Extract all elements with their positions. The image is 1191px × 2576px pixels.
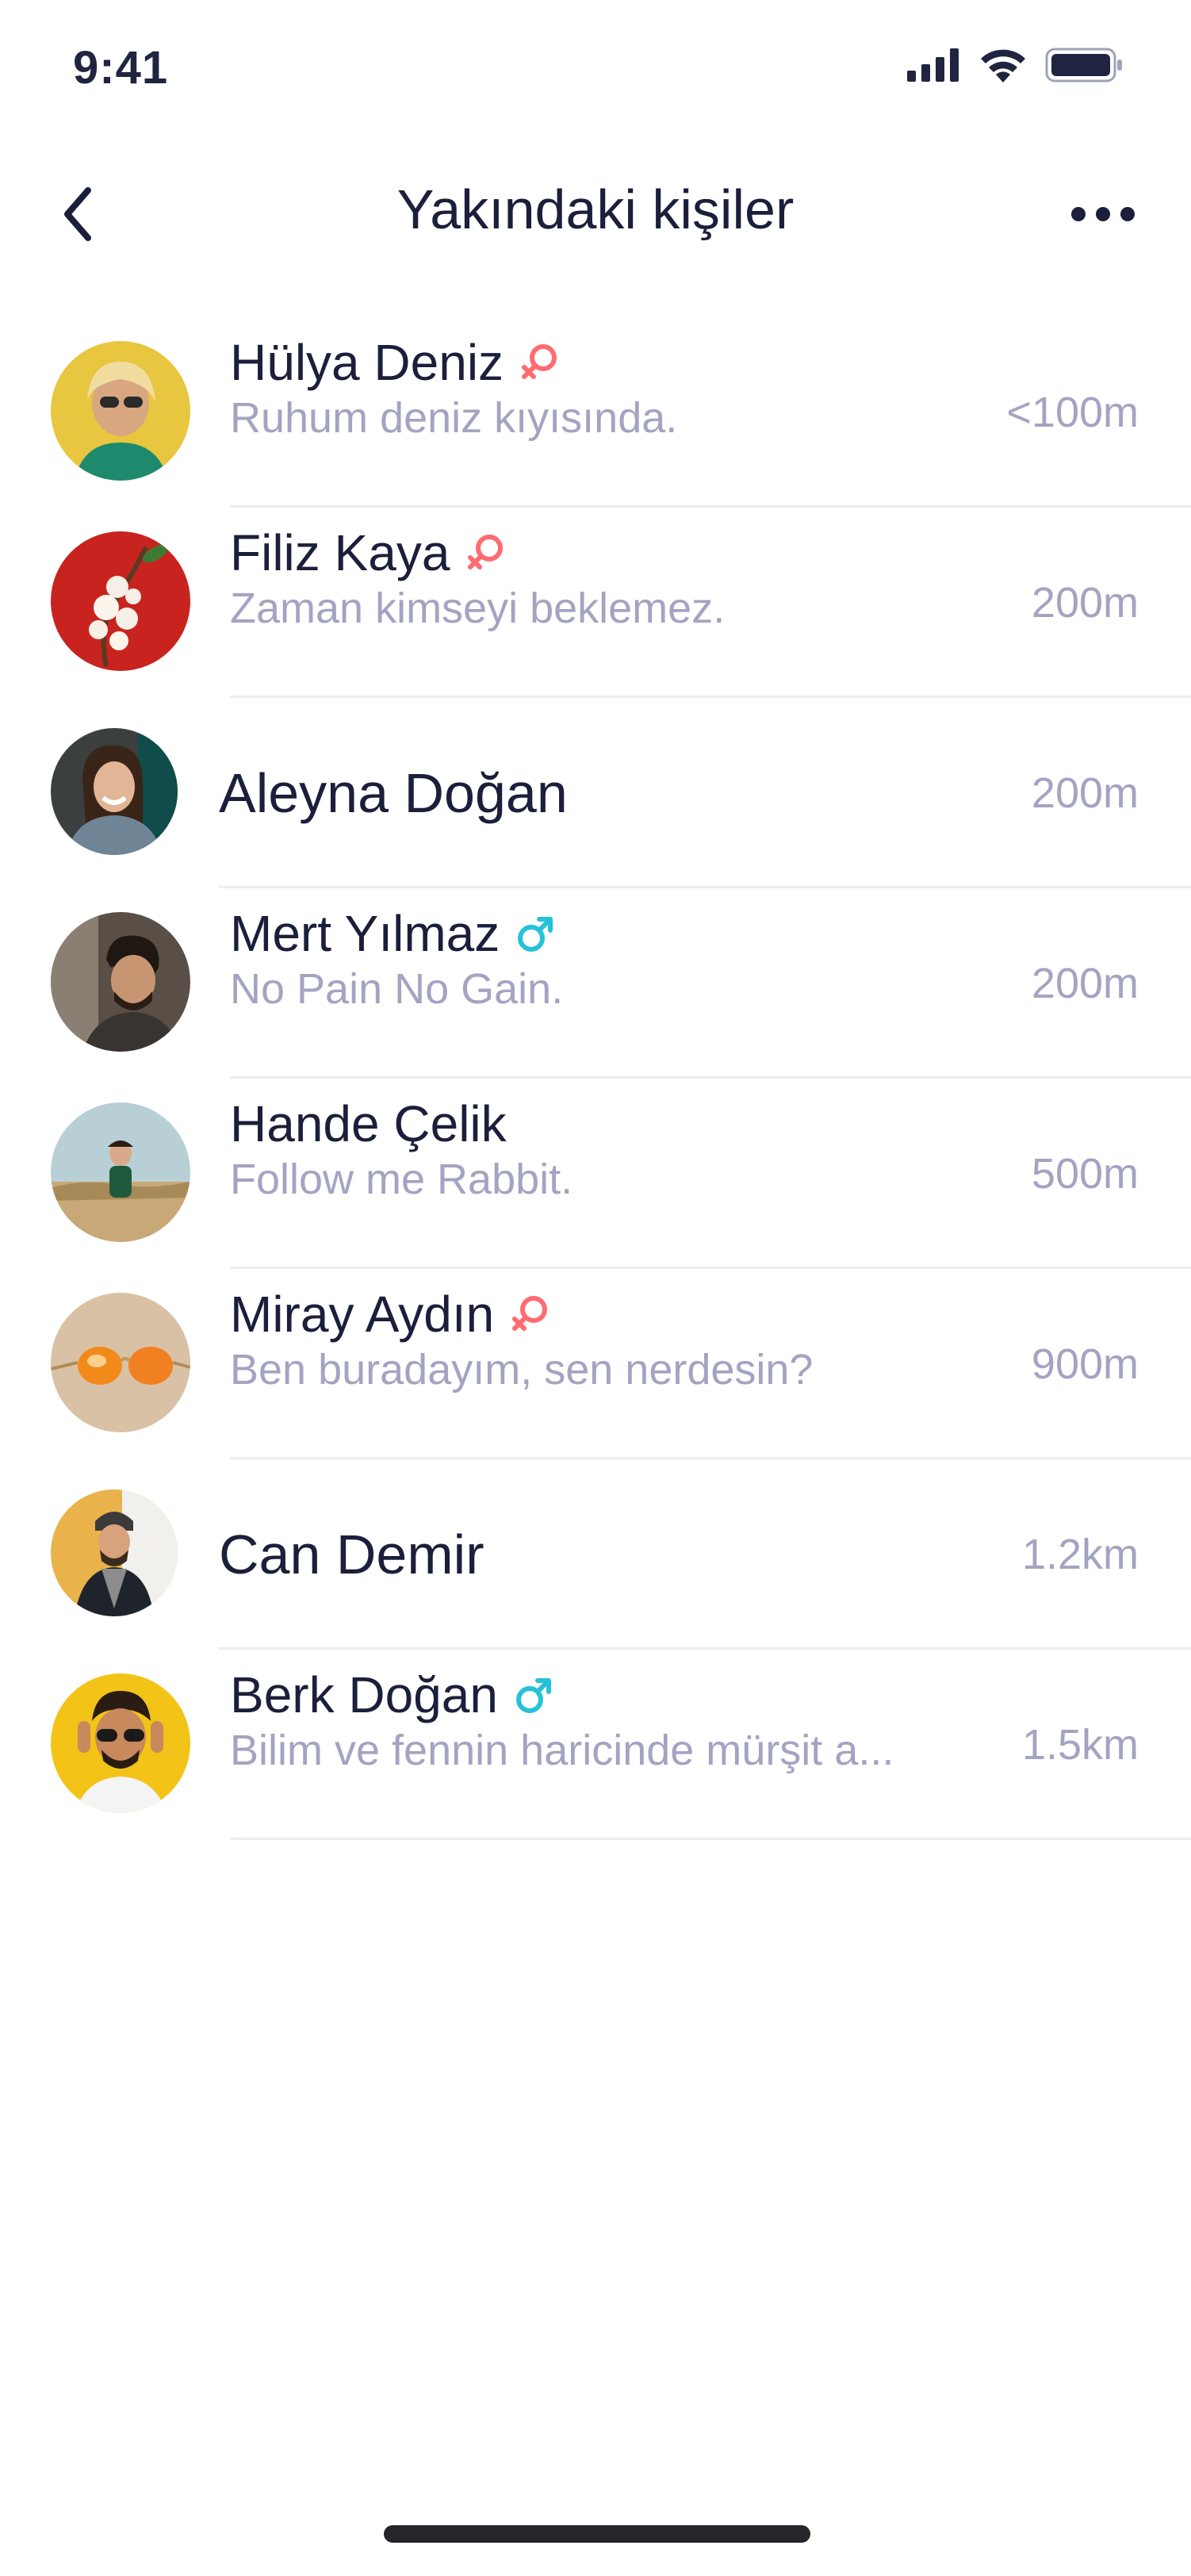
page-title: Yakındaki kişiler [396, 178, 795, 240]
list-item[interactable]: Hülya Deniz Ruhum deniz kıyısında. <100m [0, 317, 1191, 508]
status-bar: 9:41 [0, 0, 1191, 143]
more-dots-icon [1071, 207, 1135, 221]
list-item[interactable]: Mert Yılmaz No Pain No Gain. 200m [0, 888, 1191, 1079]
distance-label: 1.5km [1021, 1721, 1139, 1769]
avatar [51, 531, 190, 671]
list-item[interactable]: Miray Aydın Ben buradayım, sen nerdesin?… [0, 1269, 1191, 1459]
battery-icon [1045, 48, 1122, 82]
wifi-icon [981, 49, 1025, 82]
distance-label: 500m [1031, 1150, 1139, 1198]
person-name: Hande Çelik [230, 1095, 507, 1152]
more-options-button[interactable] [1059, 182, 1147, 246]
list-item[interactable]: Can Demir 1.2km [0, 1459, 1191, 1650]
avatar [51, 1489, 178, 1616]
list-item[interactable]: Filiz Kaya Zaman kimseyi beklemez. 200m [0, 508, 1191, 698]
nav-header: Yakındaki kişiler [0, 159, 1191, 270]
nearby-people-list: Hülya Deniz Ruhum deniz kıyısında. <100m [0, 317, 1191, 1840]
person-status: No Pain No Gain. [230, 965, 564, 1013]
person-status: Zaman kimseyi beklemez. [230, 585, 726, 632]
person-status: Follow me Rabbit. [230, 1156, 573, 1203]
avatar [51, 341, 190, 481]
male-icon [514, 911, 558, 956]
person-status: Ruhum deniz kıyısında. [230, 394, 678, 442]
person-status: Ben buradayım, sen nerdesin? [230, 1346, 814, 1393]
home-indicator[interactable] [384, 2525, 810, 2543]
person-name: Filiz Kaya [230, 524, 450, 581]
person-status: Bilim ve fennin haricinde mürşit a... [230, 1727, 894, 1774]
female-icon [508, 1292, 553, 1336]
avatar [51, 1293, 190, 1432]
list-item[interactable]: Aleyna Doğan 200m [0, 698, 1191, 888]
female-icon [464, 531, 508, 575]
person-name: Hülya Deniz [230, 334, 504, 391]
distance-label: 200m [1031, 579, 1139, 627]
list-item[interactable]: Hande Çelik Follow me Rabbit. 500m [0, 1079, 1191, 1269]
distance-label: 200m [1031, 960, 1139, 1007]
avatar [51, 1673, 190, 1813]
distance-label: <100m [1006, 389, 1139, 436]
male-icon [512, 1673, 557, 1717]
list-item[interactable]: Berk Doğan Bilim ve fennin haricinde mür… [0, 1650, 1191, 1840]
person-name: Miray Aydın [230, 1286, 495, 1343]
distance-label: 1.2km [1021, 1531, 1139, 1578]
person-name: Can Demir [219, 1524, 484, 1585]
female-icon [518, 340, 562, 385]
person-name: Aleyna Doğan [219, 762, 568, 824]
avatar [51, 912, 190, 1052]
status-time: 9:41 [73, 42, 169, 94]
distance-label: 900m [1031, 1340, 1139, 1388]
person-name: Berk Doğan [230, 1666, 498, 1723]
status-icons [907, 48, 1124, 82]
avatar [51, 728, 178, 855]
cellular-signal-icon [907, 48, 959, 82]
person-name: Mert Yılmaz [230, 905, 500, 962]
divider [230, 1838, 1191, 1840]
avatar [51, 1102, 190, 1242]
distance-label: 200m [1031, 769, 1139, 817]
